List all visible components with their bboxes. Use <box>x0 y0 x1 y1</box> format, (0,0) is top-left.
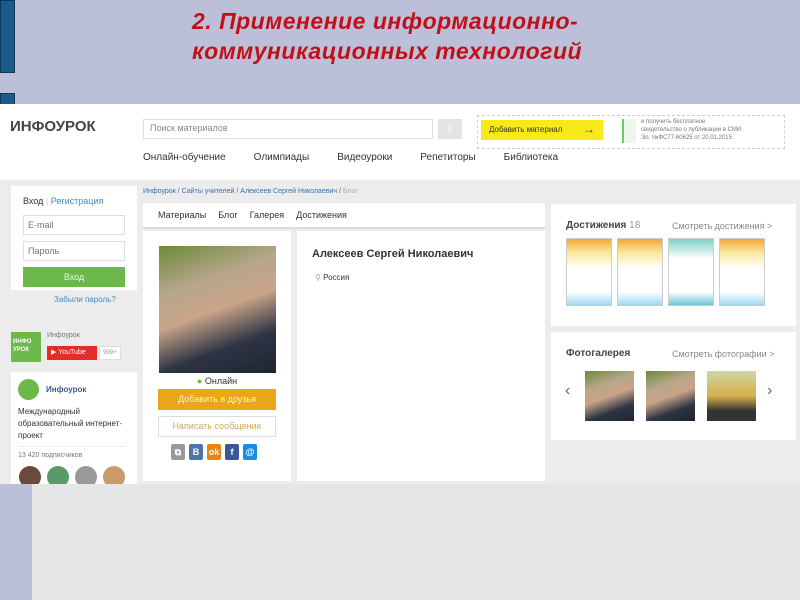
profile-name: Алексеев Сергей Николаевич <box>312 248 474 260</box>
community-description: Международный образовательный интернет-п… <box>18 407 123 440</box>
breadcrumb-current: Блог <box>342 188 358 195</box>
arrow-right-icon: → <box>583 122 595 136</box>
nav-videolessons[interactable]: Видеоуроки <box>337 152 392 163</box>
gallery-photo[interactable] <box>646 371 695 421</box>
share-buttons: ⧉ В ok f @ <box>171 444 257 460</box>
main-nav: Онлайн-обучение Олимпиады Видеоуроки Реп… <box>143 152 558 163</box>
subscriber-count-badge: 999+ <box>99 346 121 360</box>
tab-blog[interactable]: Блог <box>218 210 237 220</box>
breadcrumb-link[interactable]: Сайты учителей <box>182 188 235 195</box>
breadcrumb-link[interactable]: Инфоурок <box>143 188 176 195</box>
certificate-icon <box>622 119 636 143</box>
avatar[interactable] <box>75 466 97 484</box>
promo-line: свидетельство о публикации в СМИ <box>641 127 742 133</box>
tab-achievements[interactable]: Достижения <box>296 210 347 220</box>
achievements-title: Достижения 18 <box>566 220 640 231</box>
promo-line: Эл. №ФС77-60625 от 20.01.2015 <box>641 135 732 141</box>
profile-photo-card: ● Онлайн Добавить в друзья Написать сооб… <box>143 231 291 481</box>
email-input[interactable] <box>23 215 125 235</box>
channel-name: Инфоурок <box>47 332 80 339</box>
nav-online-learning[interactable]: Онлайн-обучение <box>143 152 226 163</box>
certificate-thumbnail[interactable] <box>566 238 612 306</box>
online-dot-icon: ● <box>196 376 203 386</box>
certificate-thumbnail[interactable] <box>617 238 663 306</box>
mailru-icon[interactable]: @ <box>243 444 257 460</box>
view-achievements-link[interactable]: Смотреть достижения > <box>672 221 772 231</box>
gallery-photo[interactable] <box>707 371 756 421</box>
profile-info-card: Алексеев Сергей Николаевич ⚲ Россия <box>297 231 545 481</box>
add-material-label: Добавить материал <box>489 125 563 134</box>
title-line: 2. Применение информационно- <box>192 8 579 34</box>
gallery-photo[interactable] <box>585 371 634 421</box>
gallery-prev-button[interactable]: ‹ <box>565 382 570 400</box>
profile-photo[interactable] <box>159 246 276 373</box>
site-header: ИНФОУРОК Поиск материалов ⚲ Добавить мат… <box>0 104 800 180</box>
avatar[interactable] <box>47 466 69 484</box>
slide-decor-bar <box>0 0 15 73</box>
promo-text: и получить бесплатное свидетельство о пу… <box>641 118 741 142</box>
website-screenshot: ИНФОУРОК Поиск материалов ⚲ Добавить мат… <box>0 104 800 484</box>
certificate-thumbnail[interactable] <box>719 238 765 306</box>
login-card: Вход | Регистрация Вход <box>11 186 137 290</box>
play-icon: ▶ <box>51 349 57 356</box>
subscriber-count: 13 420 подписчиков <box>18 446 126 459</box>
odnoklassniki-icon[interactable]: ok <box>207 444 221 460</box>
tab-register[interactable]: Регистрация <box>51 196 104 206</box>
avatar[interactable] <box>19 466 41 484</box>
facebook-icon[interactable]: f <box>225 444 239 460</box>
youtube-label: YouTube <box>58 349 86 356</box>
profile-tabs: Материалы Блог Галерея Достижения <box>143 203 545 229</box>
password-input[interactable] <box>23 241 125 261</box>
login-button[interactable]: Вход <box>23 267 125 287</box>
community-name[interactable]: Инфоурок <box>46 385 86 394</box>
subscriber-avatars <box>19 466 125 484</box>
photo-gallery-card: Фотогалерея Смотреть фотографии > ‹ › <box>551 332 796 440</box>
avatar[interactable] <box>103 466 125 484</box>
achievements-count: 18 <box>629 220 641 231</box>
vk-icon[interactable]: В <box>189 444 203 460</box>
profile-location: ⚲ Россия <box>315 273 349 282</box>
tab-login[interactable]: Вход <box>23 196 43 206</box>
community-widget: Инфоурок Международный образовательный и… <box>11 372 137 484</box>
slide-bottom-panel <box>32 484 800 600</box>
achievements-label: Достижения <box>566 220 627 231</box>
nav-tutors[interactable]: Репетиторы <box>420 152 475 163</box>
tab-gallery[interactable]: Галерея <box>250 210 285 220</box>
send-message-button[interactable]: Написать сообщение <box>158 416 276 437</box>
status-label: Онлайн <box>204 376 238 386</box>
site-logo[interactable]: ИНФОУРОК <box>10 118 96 135</box>
location-pin-icon: ⚲ <box>315 273 321 282</box>
gallery-title: Фотогалерея <box>566 348 631 359</box>
nav-library[interactable]: Библиотека <box>504 152 558 163</box>
view-photos-link[interactable]: Смотреть фотографии > <box>672 349 774 359</box>
add-friend-button[interactable]: Добавить в друзья <box>158 389 276 410</box>
youtube-subscribe-button[interactable]: ▶ YouTube <box>47 346 97 360</box>
achievements-card: Достижения 18 Смотреть достижения > <box>551 204 796 326</box>
search-button[interactable]: ⚲ <box>438 119 462 139</box>
search-input[interactable]: Поиск материалов <box>143 119 433 139</box>
breadcrumb: Инфоурок / Сайты учителей / Алексеев Сер… <box>143 188 358 195</box>
gallery-next-button[interactable]: › <box>767 382 772 400</box>
certificate-thumbnail[interactable] <box>668 238 714 306</box>
add-material-button[interactable]: Добавить материал → <box>481 120 603 140</box>
forgot-password-link[interactable]: Забыли пароль? <box>54 295 116 304</box>
copy-icon[interactable]: ⧉ <box>171 444 185 460</box>
tab-materials[interactable]: Материалы <box>158 210 206 220</box>
promo-line: и получить бесплатное <box>641 119 706 125</box>
breadcrumb-link[interactable]: Алексеев Сергей Николаевич <box>240 188 337 195</box>
certificate-list <box>566 238 765 306</box>
infourok-logo: ИНФО УРОК <box>11 332 41 362</box>
title-line: коммуникационных технологий <box>192 38 583 64</box>
location-label: Россия <box>323 273 350 282</box>
online-status: ● Онлайн <box>143 376 291 386</box>
community-avatar <box>18 379 39 400</box>
slide-title: 2. Применение информационно- коммуникаци… <box>192 6 752 66</box>
nav-olympiads[interactable]: Олимпиады <box>254 152 310 163</box>
search-icon: ⚲ <box>446 124 454 134</box>
